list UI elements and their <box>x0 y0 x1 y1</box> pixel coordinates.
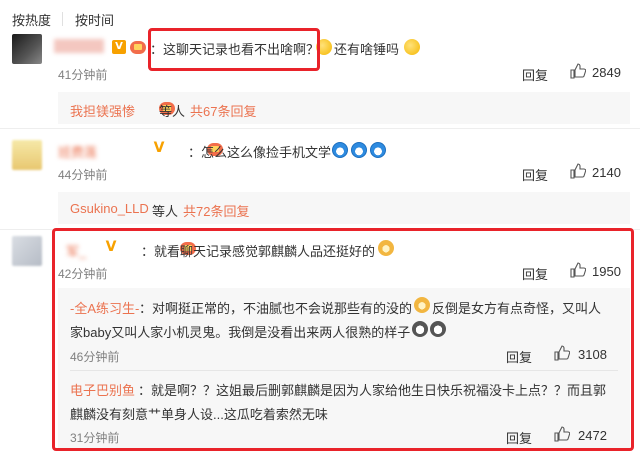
comment-time: 41分钟前 <box>58 68 108 82</box>
replies-count-link[interactable]: 共67条回复 <box>190 101 256 120</box>
highlight-box <box>52 228 634 451</box>
replies-suffix: 等人 <box>152 204 179 219</box>
thumb-up-icon[interactable] <box>570 163 586 179</box>
emoji-icon <box>351 142 367 158</box>
highlight-box <box>148 28 320 71</box>
like-count: 2140 <box>592 165 621 180</box>
comment-time: 44分钟前 <box>58 168 108 182</box>
avatar[interactable] <box>12 236 42 266</box>
comment-username[interactable] <box>54 39 104 53</box>
sort-by-hot-tab[interactable]: 按热度 <box>12 10 51 29</box>
sort-by-time-tab[interactable]: 按时间 <box>75 10 114 29</box>
like-count: 2849 <box>592 65 621 80</box>
replies-count-link[interactable]: 共72条回复 <box>183 201 249 220</box>
emoji-icon <box>404 39 420 55</box>
reply-button[interactable]: 回复 <box>522 165 548 184</box>
reply-button[interactable]: 回复 <box>522 65 548 84</box>
sort-divider <box>62 12 63 26</box>
comment-username[interactable]: 班费莲 <box>58 142 97 161</box>
emoji-icon <box>370 142 386 158</box>
avatar[interactable] <box>12 140 42 170</box>
verified-v-icon: V <box>153 140 165 156</box>
reply-user-link[interactable]: Gsukino_LLD <box>70 201 149 216</box>
comment-text-tail: 还有啥锤吗 <box>334 42 400 57</box>
comment-text: ：怎么这么像捡手机文学 <box>188 145 332 160</box>
replies-summary[interactable] <box>58 92 630 124</box>
replies-suffix: 等人 <box>159 104 186 119</box>
thumb-up-icon[interactable] <box>570 63 586 79</box>
member-crown-icon <box>130 41 146 54</box>
emoji-icon <box>332 142 348 158</box>
verified-v-icon: V <box>112 40 126 54</box>
avatar[interactable] <box>12 34 42 64</box>
comment-divider <box>0 128 640 129</box>
reply-user-link[interactable]: 我担镁强惨 <box>70 101 135 120</box>
